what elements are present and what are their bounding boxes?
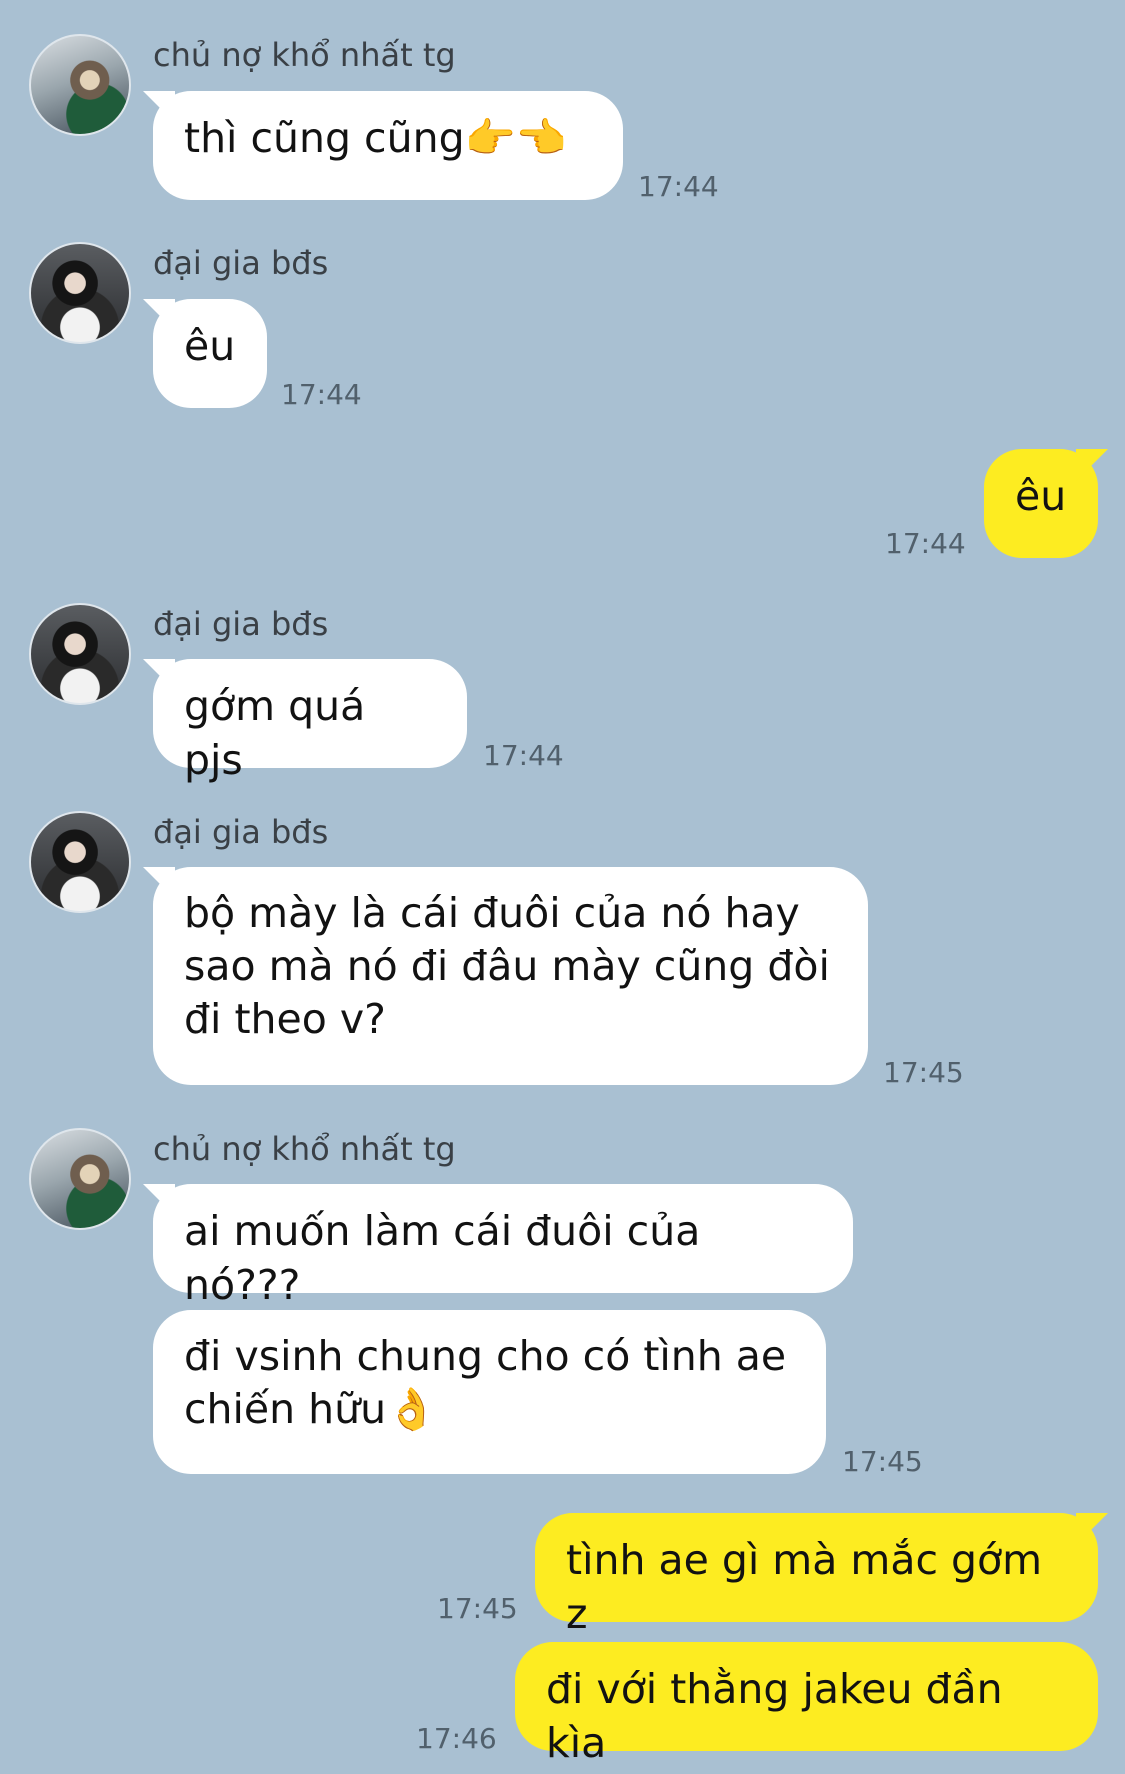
- avatar[interactable]: [29, 1128, 131, 1230]
- message-bubble[interactable]: thì cũng cũng👉👈: [153, 91, 623, 200]
- message-time: 17:45: [842, 1445, 923, 1478]
- message-bubble[interactable]: gớm quá pjs: [153, 659, 467, 784]
- message-bubble[interactable]: tình ae gì mà mắc gớm z: [535, 1513, 1098, 1638]
- sender-name: chủ nợ khổ nhất tg: [153, 1130, 456, 1168]
- avatar[interactable]: [29, 811, 131, 913]
- message-bubble[interactable]: êu: [984, 449, 1098, 558]
- message-time: 17:46: [416, 1722, 497, 1755]
- message-time: 17:44: [281, 378, 362, 411]
- message-time: 17:45: [437, 1592, 518, 1625]
- avatar[interactable]: [29, 603, 131, 705]
- message-time: 17:44: [885, 527, 966, 560]
- message-bubble[interactable]: đi với thằng jakeu đần kìa: [515, 1642, 1098, 1767]
- message-time: 17:44: [638, 170, 719, 203]
- message-bubble[interactable]: ai muốn làm cái đuôi của nó???: [153, 1184, 853, 1309]
- message-bubble[interactable]: đi vsinh chung cho có tình ae chiến hữu👌: [153, 1310, 826, 1474]
- sender-name: chủ nợ khổ nhất tg: [153, 36, 456, 74]
- sender-name: đại gia bđs: [153, 605, 329, 643]
- message-time: 17:45: [883, 1056, 964, 1089]
- message-bubble[interactable]: êu: [153, 299, 267, 408]
- message-time: 17:44: [483, 739, 564, 772]
- avatar[interactable]: [29, 34, 131, 136]
- sender-name: đại gia bđs: [153, 244, 329, 282]
- message-bubble[interactable]: bộ mày là cái đuôi của nó hay sao mà nó …: [153, 867, 868, 1085]
- sender-name: đại gia bđs: [153, 813, 329, 851]
- avatar[interactable]: [29, 242, 131, 344]
